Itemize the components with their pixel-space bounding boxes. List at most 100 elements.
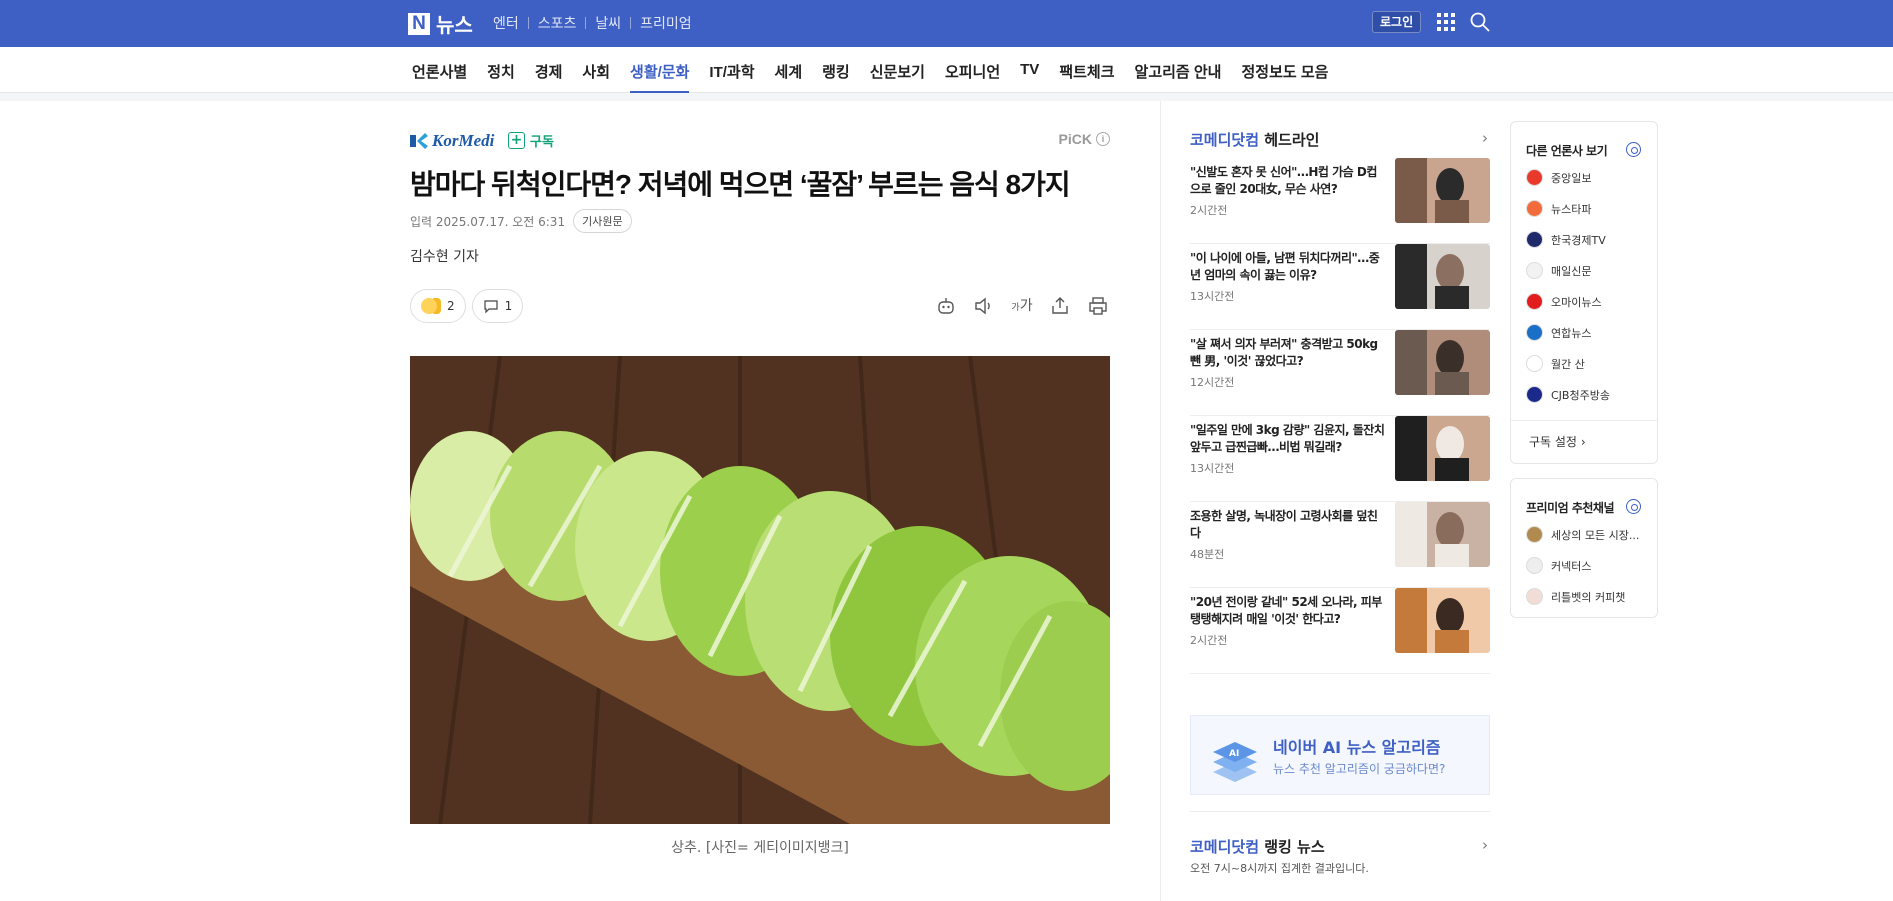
- headline-time: 13시간전: [1190, 462, 1235, 475]
- subscription-settings-link[interactable]: 구독 설정 ›: [1511, 420, 1657, 462]
- headline-thumbnail[interactable]: [1395, 416, 1490, 481]
- headline-item[interactable]: "살 쪄서 의자 부러져" 충격받고 50kg 뺀 男, '이것' 끊었다고? 1…: [1190, 330, 1490, 416]
- headline-item[interactable]: "일주일 만에 3kg 감량" 김윤지, 돌잔치 앞두고 급찐급빠…비법 뭐길래…: [1190, 416, 1490, 502]
- category-tab[interactable]: 세계: [765, 47, 813, 93]
- headlines-brand: 코메디닷컴: [1190, 131, 1260, 149]
- headlines-title[interactable]: 코메디닷컴 헤드라인 ›: [1190, 129, 1490, 150]
- headline-time: 12시간전: [1190, 376, 1235, 389]
- ai-banner-title: 네이버 AI 뉴스 알고리즘: [1273, 738, 1441, 757]
- share-icon[interactable]: [1048, 294, 1072, 318]
- refresh-icon[interactable]: [1626, 142, 1641, 157]
- press-list-name: CJB청주방송: [1551, 388, 1610, 402]
- speaker-icon[interactable]: [972, 294, 996, 318]
- category-tab[interactable]: 정치: [477, 47, 525, 93]
- category-tab[interactable]: 생활/문화: [620, 47, 699, 93]
- headline-title: "살 쪄서 의자 부러져" 충격받고 50kg 뺀 男, '이것' 끊었다고?: [1190, 337, 1378, 368]
- channel-logo-icon: [1526, 526, 1543, 543]
- headline-title: "신발도 혼자 못 신어"…H컵 가슴 D컵으로 줄인 20대女, 무슨 사연?: [1190, 165, 1377, 196]
- headline-thumbnail[interactable]: [1395, 330, 1490, 395]
- headline-title: 조용한 살명, 녹내장이 고령사회를 덮친다: [1190, 509, 1378, 540]
- press-logo-icon: [1526, 355, 1543, 372]
- service-nav-entertainment[interactable]: 엔터: [484, 13, 528, 33]
- press-list-item[interactable]: 중앙일보: [1526, 169, 1591, 186]
- original-article-button[interactable]: 기사원문: [573, 209, 632, 233]
- press-list-item[interactable]: 월간 산: [1526, 355, 1585, 372]
- press-list-item[interactable]: 한국경제TV: [1526, 231, 1606, 248]
- category-tab[interactable]: 오피니언: [935, 47, 1010, 93]
- service-nav-weather[interactable]: 날씨: [586, 13, 630, 33]
- naver-n-logo: N: [408, 12, 430, 35]
- article-photo-lettuce[interactable]: [410, 356, 1110, 824]
- press-list-item[interactable]: 뉴스타파: [1526, 200, 1591, 217]
- category-tab[interactable]: 사회: [572, 47, 620, 93]
- print-icon[interactable]: [1086, 294, 1110, 318]
- comment-icon: [484, 300, 498, 314]
- headlines-title-suffix: 헤드라인: [1259, 131, 1320, 149]
- robot-summary-icon[interactable]: [934, 294, 958, 318]
- naver-news-logo[interactable]: N 뉴스: [408, 9, 473, 38]
- login-button[interactable]: 로그인: [1372, 11, 1422, 33]
- category-tab[interactable]: IT/과학: [699, 47, 764, 93]
- ai-algorithm-banner[interactable]: AI 네이버 AI 뉴스 알고리즘 뉴스 추천 알고리즘이 궁금하다면?: [1190, 715, 1490, 795]
- headline-time: 13시간전: [1190, 290, 1235, 303]
- press-list-item[interactable]: 연합뉴스: [1526, 324, 1591, 341]
- press-logo-icon: [1526, 324, 1543, 341]
- headline-item[interactable]: 조용한 살명, 녹내장이 고령사회를 덮친다 48분전: [1190, 502, 1490, 588]
- service-nav-premium[interactable]: 프리미엄: [631, 13, 701, 33]
- press-list-name: 한국경제TV: [1551, 233, 1606, 247]
- refresh-icon[interactable]: [1626, 499, 1641, 514]
- premium-channel-item[interactable]: 세상의 모든 시장...: [1526, 526, 1639, 543]
- premium-channel-item[interactable]: 커넥터스: [1526, 557, 1591, 574]
- chevron-right-icon[interactable]: ›: [1482, 129, 1488, 147]
- headline-thumbnail[interactable]: [1395, 502, 1490, 567]
- headline-time: 2시간전: [1190, 634, 1228, 647]
- press-list-item[interactable]: 오마이뉴스: [1526, 293, 1602, 310]
- reaction-button[interactable]: 2: [410, 289, 466, 323]
- premium-channel-card: 프리미엄 추천채널 세상의 모든 시장... 커넥터스 리틀벳의 커피챗: [1510, 478, 1658, 618]
- category-tab[interactable]: 정정보도 모음: [1231, 47, 1338, 93]
- subscribe-button[interactable]: + 구독: [508, 131, 554, 150]
- headline-thumbnail[interactable]: [1395, 588, 1490, 653]
- ranking-title[interactable]: 코메디닷컴 랭킹 뉴스 ›: [1190, 836, 1490, 857]
- headline-thumbnail[interactable]: [1395, 244, 1490, 309]
- font-size-button[interactable]: 가가: [1010, 294, 1034, 318]
- byline[interactable]: 김수현 기자: [410, 246, 479, 266]
- press-list-name: 연합뉴스: [1551, 326, 1592, 340]
- comment-button[interactable]: 1: [471, 289, 524, 323]
- press-logo[interactable]: KorMedi: [410, 131, 494, 151]
- service-nav-sports[interactable]: 스포츠: [529, 13, 586, 33]
- apps-grid-icon[interactable]: [1437, 13, 1455, 31]
- ranking-brand: 코메디닷컴: [1190, 838, 1260, 856]
- category-tab[interactable]: 팩트체크: [1049, 47, 1124, 93]
- ranking-subtitle: 오전 7시~8시까지 집계한 결과입니다.: [1190, 862, 1369, 875]
- headline-item[interactable]: "이 나이에 아들, 남편 뒤치다꺼리"…중년 엄마의 속이 끓는 이유? 13시…: [1190, 244, 1490, 330]
- header-shadow-strip: [0, 93, 1893, 101]
- chevron-right-icon[interactable]: ›: [1482, 836, 1488, 854]
- article-headline: 밤마다 뒤척인다면? 저녁에 먹으면 ‘꿀잠’ 부르는 음식 8가지: [410, 169, 1071, 200]
- category-tab[interactable]: TV: [1010, 47, 1049, 93]
- info-icon[interactable]: i: [1096, 132, 1110, 146]
- headline-item[interactable]: "신발도 혼자 못 신어"…H컵 가슴 D컵으로 줄인 20대女, 무슨 사연?…: [1190, 158, 1490, 244]
- premium-channel-name: 리틀벳의 커피챗: [1551, 590, 1626, 604]
- subscribe-label: 구독: [530, 135, 554, 150]
- premium-channel-name: 세상의 모든 시장...: [1551, 528, 1640, 542]
- headline-item[interactable]: "20년 전이랑 같네" 52세 오나라, 피부 탱탱해지려 매일 '이것' 한…: [1190, 588, 1490, 674]
- category-tab[interactable]: 경제: [525, 47, 573, 93]
- news-logo-text: 뉴스: [436, 13, 473, 37]
- press-logo-icon: [1526, 169, 1543, 186]
- other-press-title: 다른 언론사 보기: [1526, 144, 1608, 158]
- headline-thumbnail[interactable]: [1395, 158, 1490, 223]
- headline-title: "이 나이에 아들, 남편 뒤치다꺼리"…중년 엄마의 속이 끓는 이유?: [1190, 251, 1380, 282]
- top-bar: N 뉴스 엔터 스포츠 날씨 프리미엄 로그인: [0, 0, 1893, 47]
- search-icon[interactable]: [1469, 11, 1491, 33]
- premium-channel-name: 커넥터스: [1551, 559, 1592, 573]
- subscription-settings-label: 구독 설정: [1529, 435, 1577, 449]
- category-tab[interactable]: 신문보기: [860, 47, 935, 93]
- category-tab[interactable]: 알고리즘 안내: [1125, 47, 1232, 93]
- press-list-item[interactable]: 매일신문: [1526, 262, 1591, 279]
- category-tab[interactable]: 언론사별: [402, 47, 477, 93]
- pick-badge[interactable]: PiCK i: [1059, 131, 1110, 147]
- premium-channel-item[interactable]: 리틀벳의 커피챗: [1526, 588, 1625, 605]
- category-tab[interactable]: 랭킹: [812, 47, 860, 93]
- press-list-item[interactable]: CJB청주방송: [1526, 386, 1610, 403]
